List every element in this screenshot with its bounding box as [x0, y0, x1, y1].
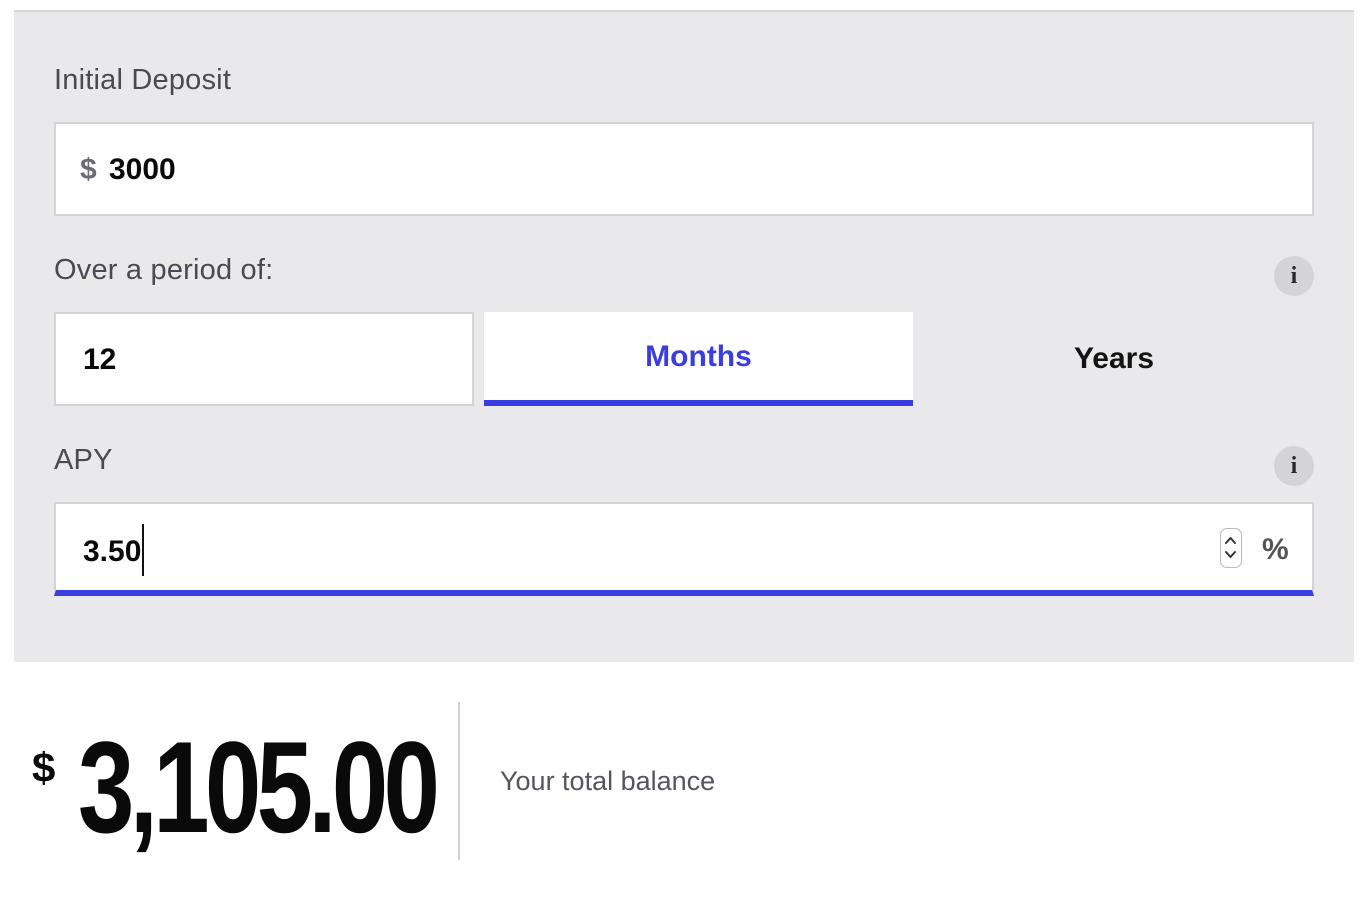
result-section: $ 3,105.00 Your total balance [0, 700, 1372, 870]
period-value-field[interactable]: 12 [54, 312, 474, 406]
total-balance-label: Your total balance [500, 766, 716, 796]
stepper-arrows-icon [1225, 537, 1236, 558]
total-balance-amount: 3,105.00 [78, 714, 440, 860]
years-tab[interactable]: Years [914, 312, 1314, 406]
apy-stepper[interactable] [1220, 528, 1242, 568]
initial-deposit-label: Initial Deposit [54, 64, 232, 96]
deposit-value[interactable]: 3000 [109, 153, 176, 187]
period-label: Over a period of: [54, 254, 274, 286]
period-info-icon[interactable]: i [1274, 256, 1314, 296]
apy-percent-suffix: % [1262, 533, 1289, 566]
initial-deposit-field[interactable]: $ 3000 [54, 122, 1314, 216]
apy-info-icon[interactable]: i [1274, 446, 1314, 486]
apy-value-wrapper: 3.50 [83, 524, 145, 579]
savings-calculator: Initial Deposit $ 3000 Over a period of:… [0, 0, 1372, 902]
result-currency-symbol: $ [32, 744, 56, 791]
apy-value[interactable]: 3.50 [83, 535, 141, 568]
deposit-currency-symbol: $ [80, 153, 97, 186]
apy-label: APY [54, 444, 113, 476]
text-caret [142, 524, 145, 577]
apy-field[interactable]: 3.50 % [54, 502, 1314, 596]
calculator-form-panel: Initial Deposit $ 3000 Over a period of:… [14, 10, 1354, 662]
months-tab[interactable]: Months [484, 312, 913, 406]
result-divider [458, 702, 460, 860]
period-value[interactable]: 12 [83, 343, 116, 377]
